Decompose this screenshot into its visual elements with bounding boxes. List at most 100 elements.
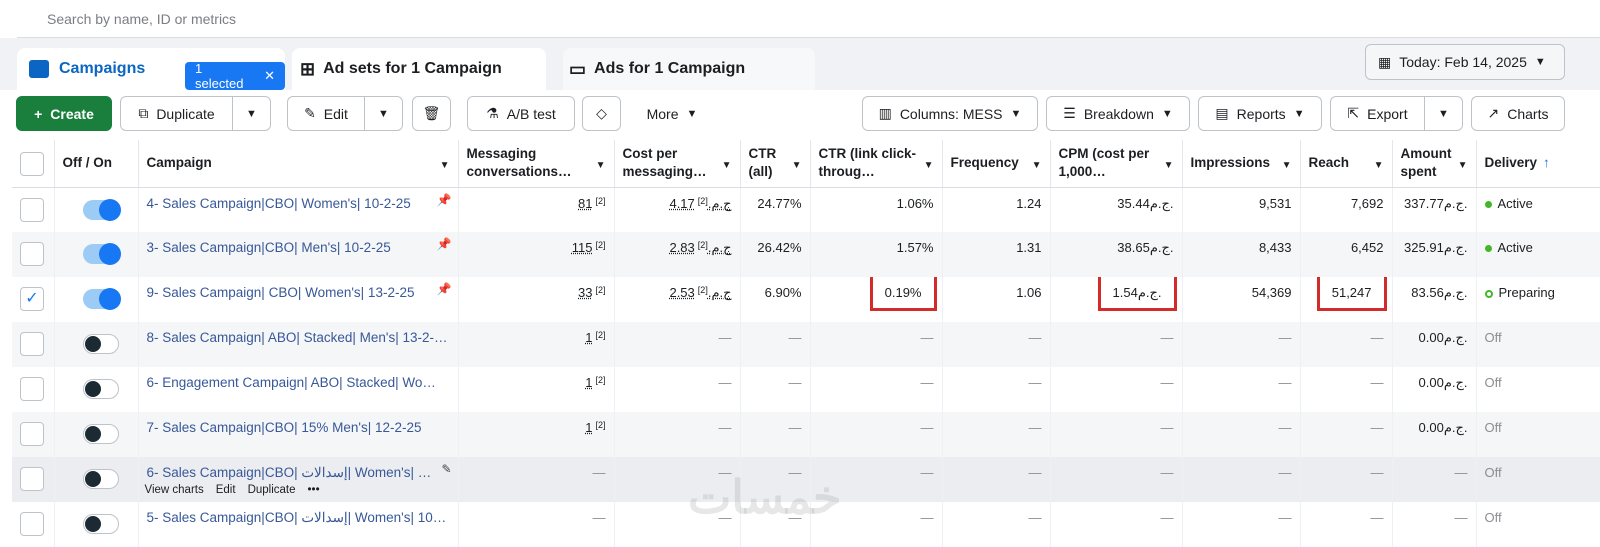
toggle-switch[interactable] [82,379,119,399]
table-row[interactable]: 4- Sales Campaign|CBO| Women's| 10-2-25 📌… [12,187,1600,232]
toggle-switch[interactable] [82,243,121,265]
table-row[interactable]: 6- Engagement Campaign| ABO| Stacked| Wo… [12,367,1600,412]
delete-button[interactable]: 🗑 [412,96,451,131]
columns-button[interactable]: ▥ Columns: MESS ▼ [862,96,1038,131]
campaign-name-link[interactable]: 7- Sales Campaign|CBO| 15% Men's| 12-2-2… [147,420,422,435]
table-row[interactable]: 3- Sales Campaign|CBO| Men's| 10-2-25 📌 1… [12,232,1600,277]
sort-caret-icon[interactable]: ▼ [1282,157,1292,175]
sort-caret-icon[interactable]: ▼ [596,157,606,175]
header-messaging[interactable]: Messaging conversations… ▼ [458,140,615,188]
campaign-cell[interactable]: 8- Sales Campaign| ABO| Stacked| Men's| … [138,322,459,367]
row-select[interactable] [12,232,55,277]
campaign-cell[interactable]: 9- Sales Campaign| CBO| Women's| 13-2-25… [138,277,459,322]
tab-campaigns[interactable]: Campaigns 1 selected ✕ [17,48,285,91]
duplicate-button[interactable]: ⧉ Duplicate [120,96,233,131]
breakdown-button[interactable]: ☰ Breakdown ▼ [1046,96,1190,131]
more-button[interactable]: More ▼ [632,96,712,131]
sort-caret-icon[interactable]: ▼ [1458,157,1468,175]
campaign-name-link[interactable]: 8- Sales Campaign| ABO| Stacked| Men's| … [147,330,448,345]
row-select[interactable] [12,187,55,232]
close-icon[interactable]: ✕ [264,68,275,84]
search-bar[interactable]: Search by name, ID or metrics [17,0,1600,38]
row-select[interactable] [12,502,55,547]
toggle-switch[interactable] [82,198,121,221]
campaign-name-link[interactable]: 3- Sales Campaign|CBO| Men's| 10-2-25 [147,240,391,255]
campaign-name-link[interactable]: 9- Sales Campaign| CBO| Women's| 13-2-25 [147,285,415,300]
create-button[interactable]: + Create [16,96,112,131]
row-checkbox[interactable] [20,197,44,222]
sort-caret-icon[interactable]: ▼ [1374,157,1384,175]
sort-caret-icon[interactable]: ▼ [1032,157,1042,175]
campaign-name-link[interactable]: 4- Sales Campaign|CBO| Women's| 10-2-25 [147,196,411,211]
campaign-cell[interactable]: 4- Sales Campaign|CBO| Women's| 10-2-25 📌 [138,187,459,232]
campaign-cell[interactable]: 7- Sales Campaign|CBO| 15% Men's| 12-2-2… [138,412,459,457]
row-checkbox[interactable] [20,242,44,266]
campaign-name-link[interactable]: 6- Engagement Campaign| ABO| Stacked| Wo… [147,375,436,390]
select-all-header[interactable] [12,140,55,188]
row-select[interactable] [12,457,55,502]
campaign-name-link[interactable]: 5- Sales Campaign|CBO| إسدالات| Women's|… [147,510,447,525]
header-reach[interactable]: Reach ▼ [1300,140,1393,188]
edit-dropdown[interactable]: ▼ [364,96,403,131]
table-row[interactable]: 8- Sales Campaign| ABO| Stacked| Men's| … [12,322,1600,367]
pin-icon[interactable]: 📌 [437,193,452,207]
sort-caret-icon[interactable]: ▼ [440,157,450,175]
export-button[interactable]: ⇱ Export [1330,96,1425,131]
row-select[interactable] [12,322,55,367]
row-toggle-cell[interactable] [54,232,139,277]
header-delivery[interactable]: Delivery ↑ [1476,140,1600,188]
row-toggle-cell[interactable] [54,502,139,547]
charts-button[interactable]: ↗ Charts [1471,96,1565,131]
row-toggle-cell[interactable] [54,187,139,232]
row-checkbox[interactable] [20,332,44,356]
edit-pencil-icon[interactable]: ✎ [441,462,451,476]
row-select[interactable] [12,367,55,412]
toggle-switch[interactable] [82,514,119,534]
header-ctr[interactable]: CTR (all) ▼ [740,140,811,188]
more-dots-icon[interactable]: ••• [308,484,320,496]
row-select[interactable]: ✓ [12,277,55,322]
row-toggle-cell[interactable] [54,412,139,457]
sort-up-icon[interactable]: ↑ [1543,155,1550,170]
row-select[interactable] [12,412,55,457]
sort-caret-icon[interactable]: ▼ [722,157,732,175]
table-row[interactable]: 7- Sales Campaign|CBO| 15% Men's| 12-2-2… [12,412,1600,457]
table-row[interactable]: ✓ 9- Sales Campaign| CBO| Women's| 13-2-… [12,277,1600,322]
sort-caret-icon[interactable]: ▼ [792,157,802,175]
header-frequency[interactable]: Frequency ▼ [942,140,1051,188]
toggle-switch[interactable] [82,288,121,310]
row-toggle-cell[interactable] [54,457,139,502]
campaign-cell[interactable]: 5- Sales Campaign|CBO| إسدالات| Women's|… [138,502,459,547]
abtest-button[interactable]: ⚗ A/B test [467,96,575,131]
select-all-checkbox[interactable] [20,152,44,177]
row-checkbox[interactable] [20,512,44,536]
export-dropdown[interactable]: ▼ [1424,96,1463,131]
campaign-cell[interactable]: 6- Engagement Campaign| ABO| Stacked| Wo… [138,367,459,412]
row-toggle-cell[interactable] [54,277,139,322]
toggle-switch[interactable] [82,424,119,444]
row-toggle-cell[interactable] [54,367,139,412]
reports-button[interactable]: ▤ Reports ▼ [1198,96,1322,131]
edit-link[interactable]: Edit [216,484,236,496]
tab-ads[interactable]: ▭ Ads for 1 Campaign [563,48,815,90]
row-checkbox[interactable] [20,422,44,446]
header-impressions[interactable]: Impressions ▼ [1182,140,1301,188]
campaign-cell[interactable]: 3- Sales Campaign|CBO| Men's| 10-2-25 📌 [138,232,459,277]
toggle-switch[interactable] [82,334,119,354]
header-amount-spent[interactable]: Amount spent ▼ [1392,140,1477,188]
search-input[interactable]: Search by name, ID or metrics [47,11,236,27]
sort-caret-icon[interactable]: ▼ [924,157,934,175]
selected-pill[interactable]: 1 selected ✕ [185,61,285,91]
pin-icon[interactable]: 📌 [437,282,452,296]
tab-adsets[interactable]: ⊞ Ad sets for 1 Campaign [292,48,546,90]
row-checkbox[interactable] [20,377,44,401]
duplicate-dropdown[interactable]: ▼ [232,96,271,131]
header-cost-messaging[interactable]: Cost per messaging… ▼ [614,140,741,188]
edit-button[interactable]: ✎ Edit [287,96,365,131]
campaign-cell[interactable]: 6- Sales Campaign|CBO| إسدالات| Women's|… [138,457,459,502]
sort-caret-icon[interactable]: ▼ [1164,157,1174,175]
row-toggle-cell[interactable] [54,322,139,367]
pin-icon[interactable]: 📌 [437,237,452,251]
header-ctr-link[interactable]: CTR (link click-throug… ▼ [810,140,943,188]
row-checkbox[interactable]: ✓ [20,287,44,311]
